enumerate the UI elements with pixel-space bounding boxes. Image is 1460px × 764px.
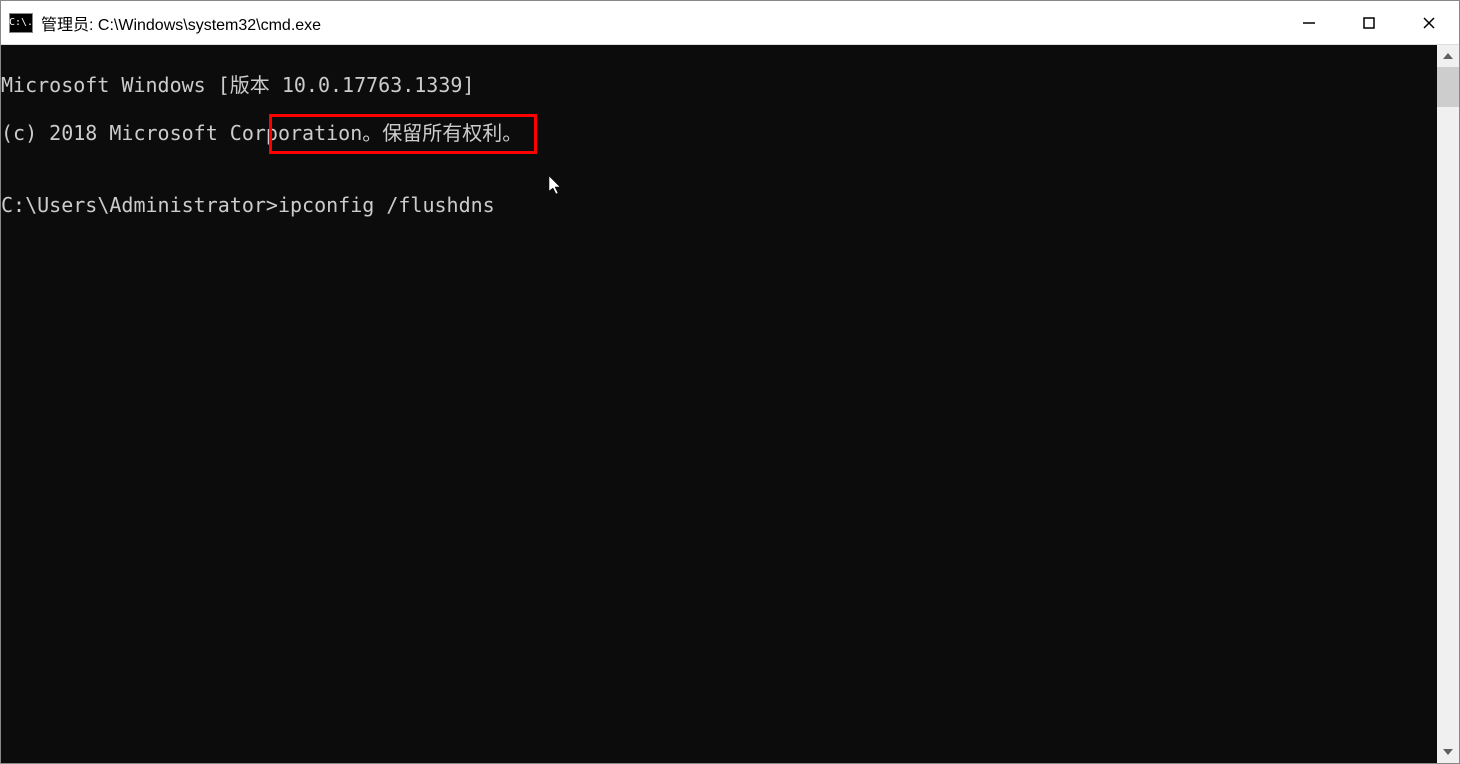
window-controls <box>1279 1 1459 44</box>
terminal-wrapper: Microsoft Windows [版本 10.0.17763.1339] (… <box>1 45 1459 763</box>
vertical-scrollbar[interactable] <box>1437 45 1459 763</box>
terminal-line-copyright: (c) 2018 Microsoft Corporation。保留所有权利。 <box>1 121 1437 145</box>
terminal-command: ipconfig /flushdns <box>278 193 495 217</box>
cmd-window: C:\. 管理员: C:\Windows\system32\cmd.exe Mi… <box>0 0 1460 764</box>
terminal-line-version: Microsoft Windows [版本 10.0.17763.1339] <box>1 73 1437 97</box>
close-icon <box>1422 16 1436 30</box>
terminal-prompt: C:\Users\Administrator> <box>1 193 278 217</box>
chevron-down-icon <box>1443 749 1453 755</box>
terminal-prompt-line: C:\Users\Administrator>ipconfig /flushdn… <box>1 193 1437 217</box>
maximize-button[interactable] <box>1339 1 1399 44</box>
titlebar[interactable]: C:\. 管理员: C:\Windows\system32\cmd.exe <box>1 1 1459 45</box>
close-button[interactable] <box>1399 1 1459 44</box>
scroll-down-button[interactable] <box>1437 741 1459 763</box>
scroll-up-button[interactable] <box>1437 45 1459 67</box>
maximize-icon <box>1362 16 1376 30</box>
scroll-track[interactable] <box>1437 67 1459 741</box>
cmd-icon: C:\. <box>9 13 33 33</box>
window-title: 管理员: C:\Windows\system32\cmd.exe <box>41 11 1279 35</box>
minimize-button[interactable] <box>1279 1 1339 44</box>
chevron-up-icon <box>1443 53 1453 59</box>
minimize-icon <box>1302 16 1316 30</box>
terminal[interactable]: Microsoft Windows [版本 10.0.17763.1339] (… <box>1 45 1437 763</box>
scroll-thumb[interactable] <box>1437 67 1459 107</box>
